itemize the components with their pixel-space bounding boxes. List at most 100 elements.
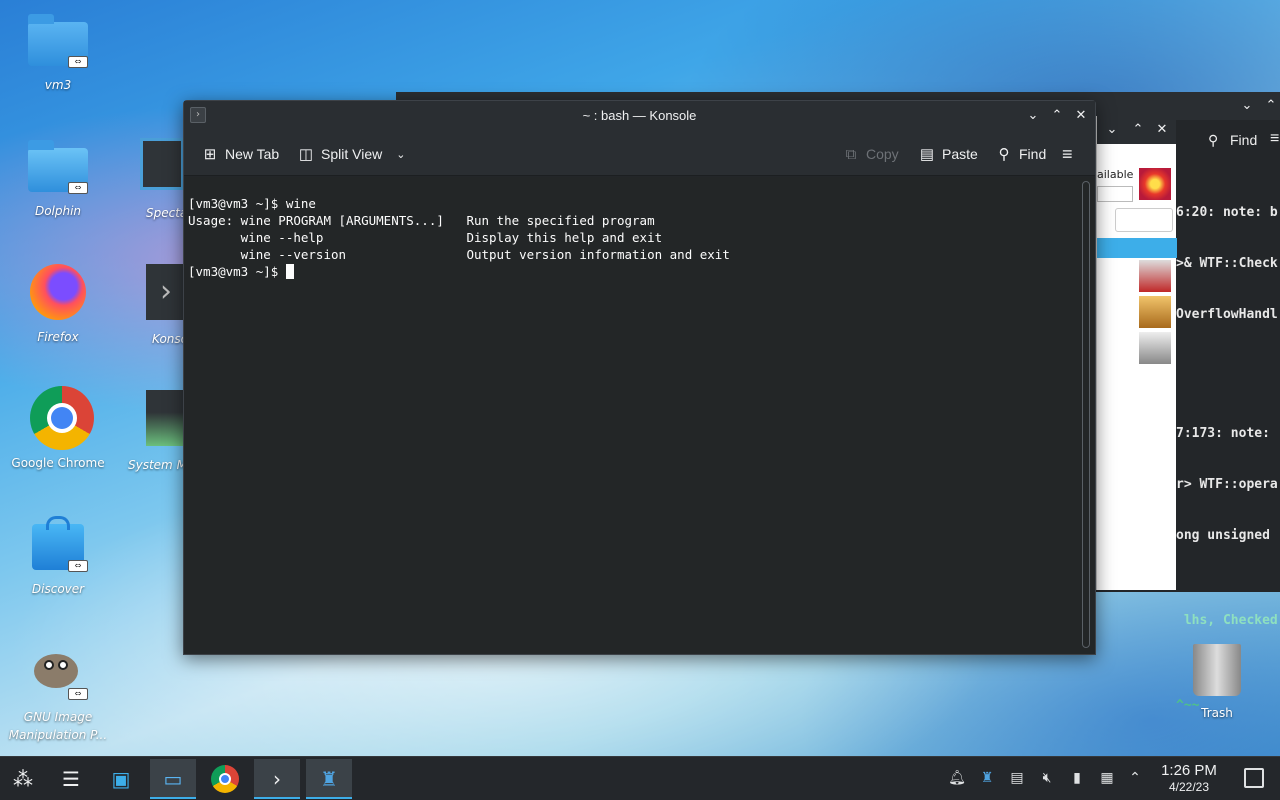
scrollbar[interactable] (1082, 181, 1090, 648)
wine-tray-icon[interactable]: ♜ (978, 769, 996, 787)
konsole-titlebar[interactable]: › ~ : bash — Konsole ⌄ ⌃ ✕ (184, 101, 1095, 131)
minimize-icon[interactable]: ⌄ (1024, 107, 1042, 125)
new-tab-label: New Tab (225, 146, 280, 162)
find-label: Find (1019, 146, 1047, 162)
flower-thumbnail[interactable] (1139, 168, 1171, 200)
code-line: 7:173: note: (1176, 426, 1270, 441)
maximize-icon[interactable]: ⌃ (1262, 97, 1280, 115)
hamburger-menu-button[interactable]: ≡ (1062, 143, 1073, 165)
desktop-icon-label: Firefox (37, 330, 79, 344)
selected-row[interactable] (1097, 238, 1177, 258)
desktop-icon-label: vm3 (44, 78, 72, 92)
code-line: 6:20: note: b (1176, 205, 1278, 220)
clock-date: 4/22/23 (1168, 780, 1210, 794)
paste-button[interactable]: ▤ Paste (918, 143, 978, 165)
terminal-line: Usage: wine PROGRAM [ARGUMENTS...] Run t… (188, 213, 655, 228)
window-title: ~ : bash — Konsole (582, 108, 697, 123)
split-view-button[interactable]: ◫ Split View ⌄ (297, 143, 406, 165)
maximize-icon[interactable]: ⌃ (1129, 121, 1147, 139)
search-icon: ⚲ (998, 146, 1010, 163)
image-thumbnail[interactable] (1139, 260, 1171, 292)
search-icon[interactable]: ⚲ (1208, 132, 1218, 149)
new-tab-button[interactable]: ⊞ New Tab (201, 143, 280, 165)
chevron-up-icon[interactable]: ⌃ (1126, 769, 1144, 787)
code-line: >& WTF::Check (1176, 256, 1278, 271)
terminal-line: [vm3@vm3 ~]$ wine (188, 196, 316, 211)
desktop-icon-label: Google Chrome (11, 456, 105, 470)
desktop-icon-gimp[interactable]: ⇔ GNU Image Manipulation P... (3, 640, 113, 744)
image-thumbnail[interactable] (1139, 296, 1171, 328)
keyboard-layout-icon[interactable]: ▦ (1098, 769, 1116, 787)
desktop-icon-label: Trash (1201, 706, 1233, 720)
paste-icon: ▤ (919, 146, 935, 163)
clock[interactable]: 1:26 PM 4/22/23 (1152, 762, 1226, 794)
text-cursor (285, 264, 294, 279)
wine-taskbar-icon[interactable]: ♜ (306, 759, 352, 799)
copy-button[interactable]: ⧉ Copy (842, 143, 899, 165)
background-dialog[interactable]: ⌄ ⌃ ✕ ailable (1096, 116, 1177, 590)
konsole-taskbar-icon[interactable]: › (254, 759, 300, 799)
terminal-prompt: [vm3@vm3 ~]$ (188, 264, 286, 279)
chrome-icon (26, 386, 94, 450)
new-tab-icon: ⊞ (203, 146, 217, 163)
hamburger-menu-icon: ≡ (1062, 143, 1073, 164)
terminal-icon: › (146, 264, 186, 320)
terminal-prompt-line: [vm3@vm3 ~]$ (188, 263, 1091, 280)
settings-sliders-icon[interactable]: ☰ (48, 759, 94, 799)
clipboard-icon[interactable]: ▤ (1008, 769, 1026, 787)
minimize-icon[interactable]: ⌄ (1103, 121, 1121, 139)
konsole-toolbar: ⊞ New Tab ◫ Split View ⌄ ⧉ Copy ▤ Paste … (184, 131, 1095, 176)
desktop-icon-google-chrome[interactable]: Google Chrome (3, 386, 113, 472)
chrome-taskbar-icon[interactable] (202, 759, 248, 799)
find-button[interactable]: Find (1230, 132, 1257, 148)
notification-bell-icon[interactable]: 🔔︎ (948, 769, 966, 787)
application-launcher-icon[interactable]: ⁂ (0, 759, 46, 799)
usb-device-icon[interactable]: ▮ (1068, 769, 1086, 787)
desktop-icon-label: Discover (31, 582, 85, 596)
chevron-down-icon[interactable]: ⌄ (396, 148, 405, 161)
copy-label: Copy (866, 146, 899, 162)
close-icon[interactable]: ✕ (1153, 121, 1171, 139)
shopping-bag-icon: ⇔ (26, 512, 90, 576)
dolphin-taskbar-icon[interactable]: ▭ (150, 759, 196, 799)
split-view-icon: ◫ (298, 146, 314, 163)
konsole-window[interactable]: › ~ : bash — Konsole ⌄ ⌃ ✕ ⊞ New Tab ◫ S… (183, 100, 1096, 655)
terminal-line: wine --help Display this help and exit (188, 230, 663, 245)
find-button[interactable]: ⚲ Find (995, 143, 1047, 165)
maximize-icon[interactable]: ⌃ (1048, 107, 1066, 125)
dialog-titlebar[interactable]: ⌄ ⌃ ✕ (1097, 116, 1176, 144)
folder-icon: ⇔ (26, 8, 90, 72)
system-monitor-icon (146, 390, 186, 446)
discover-icon[interactable]: ▣ (98, 759, 144, 799)
desktop-icon-label: Specta (146, 206, 188, 220)
close-icon[interactable]: ✕ (1072, 107, 1090, 125)
code-line: r> WTF::opera (1176, 477, 1278, 492)
terminal-line: wine --version Output version informatio… (188, 247, 730, 262)
code-line: lhs, Checked (1176, 613, 1278, 628)
minimize-icon[interactable]: ⌄ (1238, 97, 1256, 115)
trash-icon (1193, 644, 1241, 696)
dialog-field[interactable] (1097, 186, 1133, 202)
volume-muted-icon[interactable]: 🔇︎ (1038, 769, 1056, 787)
image-thumbnail[interactable] (1139, 332, 1171, 364)
code-line: OverflowHandl (1176, 307, 1278, 322)
desktop-icon-label: Dolphin (34, 204, 82, 218)
desktop-icon-vm3[interactable]: ⇔ vm3 (3, 8, 113, 94)
hamburger-menu-icon[interactable]: ≡ (1270, 130, 1279, 148)
copy-icon: ⧉ (845, 145, 857, 163)
desktop-icon-label: GNU Image Manipulation P... (8, 710, 108, 742)
code-line: ong unsigned (1176, 528, 1270, 543)
dialog-button[interactable] (1115, 208, 1173, 232)
gimp-icon: ⇔ (26, 640, 90, 704)
terminal-output[interactable]: [vm3@vm3 ~]$ wine Usage: wine PROGRAM [AR… (184, 177, 1095, 654)
camera-icon (140, 138, 184, 190)
paste-label: Paste (942, 146, 978, 162)
desktop-icon-trash[interactable]: Trash (1172, 644, 1262, 720)
dialog-text: ailable (1097, 168, 1134, 181)
desktop-icon-dolphin[interactable]: ⇔ Dolphin (3, 134, 113, 220)
desktop-icon-label: System M (128, 458, 187, 472)
show-desktop-icon[interactable] (1244, 768, 1264, 788)
desktop-icon-discover[interactable]: ⇔ Discover (3, 512, 113, 598)
folder-icon: ⇔ (26, 134, 90, 198)
desktop-icon-firefox[interactable]: Firefox (3, 260, 113, 346)
